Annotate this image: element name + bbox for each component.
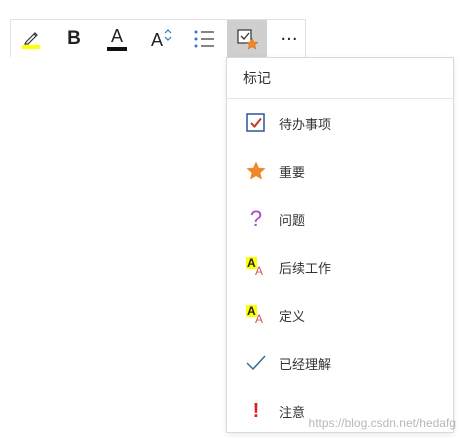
highlight-icon [22,32,40,49]
menu-item-todo[interactable]: 待办事项 [227,99,453,147]
bold-button[interactable]: B [54,20,94,58]
highlight-text-icon: A A [246,304,264,326]
menu-item-important[interactable]: 重要 [227,147,453,195]
font-size-icon: A [149,27,173,51]
highlight-text-icon: A A [246,256,264,278]
exclamation-icon: ! [252,399,260,422]
menu-item-label: 已经理解 [279,357,332,373]
menu-item-label: 定义 [279,309,306,325]
tag-dropdown-menu: 标记 待办事项 重要 ? 问题 A A 后续工作 A A 定义 已经理解 ! 注… [226,57,454,433]
bullet-list-icon [194,30,214,48]
checkbox-icon [244,111,268,135]
tag-icon [237,29,259,50]
star-icon [244,159,268,183]
highlight-button[interactable] [11,20,51,58]
menu-title: 标记 [227,58,453,99]
font-size-letter: A [151,30,164,50]
menu-item-label: 待办事项 [279,117,332,133]
question-icon: ? [249,206,263,231]
menu-item-understood[interactable]: 已经理解 [227,339,453,387]
menu-item-question[interactable]: ? 问题 [227,195,453,243]
font-color-icon: A [106,26,128,51]
menu-item-label: 后续工作 [279,261,332,277]
menu-item-label: 重要 [279,165,306,181]
watermark: https://blog.csdn.net/hedafg [308,416,456,430]
bold-icon: B [67,28,81,49]
menu-item-label: 注意 [279,405,306,421]
more-button[interactable]: ··· [269,20,309,58]
font-color-button[interactable]: A [97,20,137,58]
menu-item-follow-up[interactable]: A A 后续工作 [227,243,453,291]
tag-button[interactable] [227,20,267,58]
formatting-toolbar: B A A ··· [10,19,309,58]
checkmark-icon [244,351,268,375]
font-size-button[interactable]: A [141,20,181,58]
menu-item-label: 问题 [279,213,306,229]
font-color-letter: A [111,26,124,46]
more-icon: ··· [280,28,298,50]
menu-item-definition[interactable]: A A 定义 [227,291,453,339]
bullet-list-button[interactable] [184,20,224,58]
